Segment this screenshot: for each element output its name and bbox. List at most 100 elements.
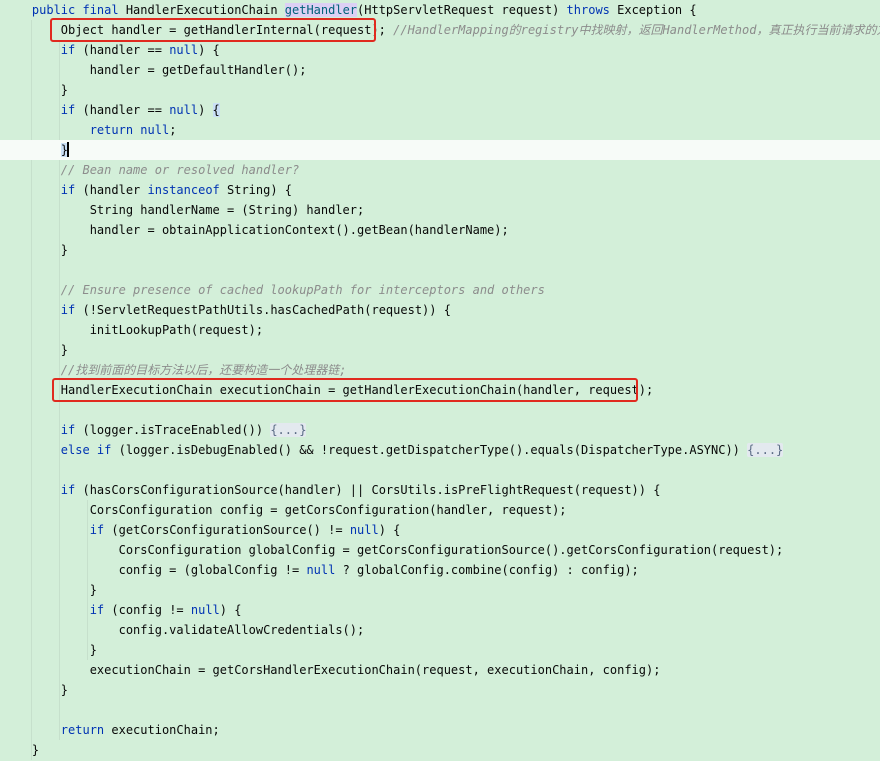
code-keyword: if — [60, 483, 83, 497]
code-line[interactable]: } — [0, 680, 880, 700]
code-line[interactable]: } — [0, 740, 880, 760]
code-token: executionChain; — [111, 723, 220, 737]
code-token: (logger.isDebugEnabled() && !request.get… — [118, 443, 748, 457]
code-line[interactable]: if (getCorsConfigurationSource() != null… — [0, 520, 880, 540]
code-line-current[interactable]: } — [0, 140, 880, 160]
code-token: } — [3, 343, 69, 357]
code-line[interactable]: // Ensure presence of cached lookupPath … — [0, 280, 880, 300]
code-token: (config != — [111, 603, 191, 617]
code-token: (handler — [82, 183, 148, 197]
code-line[interactable]: handler = getDefaultHandler(); — [0, 60, 880, 80]
code-line[interactable]: CorsConfiguration globalConfig = getCors… — [0, 540, 880, 560]
code-token: ; — [169, 123, 177, 137]
code-line[interactable]: if (!ServletRequestPathUtils.hasCachedPa… — [0, 300, 880, 320]
code-token: } — [3, 83, 69, 97]
code-comment: //HandlerMapping的registry中找映射，返回HandlerM… — [393, 23, 880, 37]
folded-region[interactable]: {...} — [270, 423, 307, 437]
code-line[interactable]: Object handler = getHandlerInternal(requ… — [0, 20, 880, 40]
code-keyword: if — [89, 603, 112, 617]
code-line[interactable]: handler = obtainApplicationContext().get… — [0, 220, 880, 240]
code-line[interactable]: } — [0, 640, 880, 660]
code-token: String handlerName = (String) handler; — [3, 203, 365, 217]
code-token: ? globalConfig.combine(config) : config)… — [342, 563, 639, 577]
code-token: (handler == — [82, 103, 170, 117]
code-comment: //找到前面的目标方法以后，还要构造一个处理器链; — [60, 363, 347, 377]
code-line[interactable]: } — [0, 240, 880, 260]
code-token: ) { — [198, 43, 220, 57]
code-line[interactable]: } — [0, 80, 880, 100]
code-line[interactable]: String handlerName = (String) handler; — [0, 200, 880, 220]
code-token: ) — [198, 103, 213, 117]
code-token: HandlerExecutionChain — [125, 3, 285, 17]
code-line[interactable]: if (handler == null) { — [0, 40, 880, 60]
code-token: executionChain = getCorsHandlerExecution… — [3, 663, 661, 677]
code-line[interactable]: public final HandlerExecutionChain getHa… — [0, 0, 880, 20]
code-token: (handler == — [82, 43, 170, 57]
code-line[interactable]: //找到前面的目标方法以后，还要构造一个处理器链; — [0, 360, 880, 380]
code-line[interactable]: initLookupPath(request); — [0, 320, 880, 340]
code-line[interactable] — [0, 260, 880, 280]
code-token: ) { — [378, 523, 401, 537]
code-keyword: if — [60, 423, 83, 437]
code-line[interactable]: HandlerExecutionChain executionChain = g… — [0, 380, 880, 400]
code-token: Object handler = getHandlerInternal(requ… — [3, 23, 394, 37]
code-comment: // Bean name or resolved handler? — [60, 163, 300, 177]
code-editor[interactable]: public final HandlerExecutionChain getHa… — [0, 0, 880, 761]
code-line[interactable] — [0, 700, 880, 720]
code-keyword: if — [60, 43, 83, 57]
code-line[interactable]: if (handler == null) { — [0, 100, 880, 120]
code-line[interactable]: // Bean name or resolved handler? — [0, 160, 880, 180]
code-keyword: else if — [60, 443, 119, 457]
code-keyword: if — [60, 103, 83, 117]
code-keyword: null — [169, 43, 199, 57]
code-line[interactable]: executionChain = getCorsHandlerExecution… — [0, 660, 880, 680]
code-token: } — [3, 743, 40, 757]
text-caret — [67, 142, 70, 157]
code-token: (HttpServletRequest request) — [357, 3, 567, 17]
code-keyword: null — [190, 603, 220, 617]
code-keyword: return null — [89, 123, 170, 137]
code-token: (hasCorsConfigurationSource(handler) || … — [82, 483, 661, 497]
code-line[interactable]: if (logger.isTraceEnabled()) {...} — [0, 420, 880, 440]
code-line[interactable]: if (hasCorsConfigurationSource(handler) … — [0, 480, 880, 500]
code-token: String) { — [227, 183, 293, 197]
code-token: CorsConfiguration config = getCorsConfig… — [3, 503, 567, 517]
code-line[interactable]: } — [0, 580, 880, 600]
code-line[interactable] — [0, 400, 880, 420]
code-line[interactable]: config.validateAllowCredentials(); — [0, 620, 880, 640]
folded-region[interactable]: {...} — [747, 443, 784, 457]
code-token: handler = obtainApplicationContext().get… — [3, 223, 509, 237]
code-line[interactable]: config = (globalConfig != null ? globalC… — [0, 560, 880, 580]
code-token: { — [212, 103, 220, 117]
code-line[interactable]: return executionChain; — [0, 720, 880, 740]
code-line[interactable]: return null; — [0, 120, 880, 140]
code-keyword: null — [349, 523, 379, 537]
code-comment: // Ensure presence of cached lookupPath … — [60, 283, 545, 297]
code-keyword: instanceof — [147, 183, 227, 197]
code-line[interactable]: if (handler instanceof String) { — [0, 180, 880, 200]
code-line[interactable]: CorsConfiguration config = getCorsConfig… — [0, 500, 880, 520]
code-keyword: if — [60, 303, 83, 317]
code-keyword: if — [89, 523, 112, 537]
code-token: (!ServletRequestPathUtils.hasCachedPath(… — [82, 303, 451, 317]
code-line[interactable]: } — [0, 340, 880, 360]
code-keyword: if — [60, 183, 83, 197]
code-token: (getCorsConfigurationSource() != — [111, 523, 350, 537]
code-line[interactable]: if (config != null) { — [0, 600, 880, 620]
code-line[interactable] — [0, 460, 880, 480]
code-token: HandlerExecutionChain executionChain = g… — [3, 383, 654, 397]
code-keyword: throws — [566, 3, 618, 17]
code-token: handler = getDefaultHandler(); — [3, 63, 307, 77]
code-line[interactable]: else if (logger.isDebugEnabled() && !req… — [0, 440, 880, 460]
